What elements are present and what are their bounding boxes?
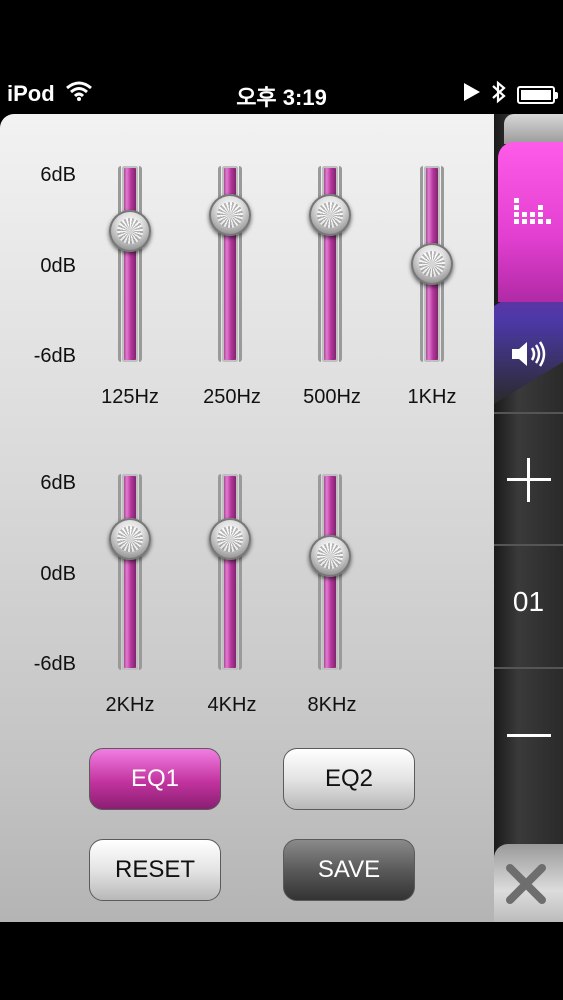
sidebar-top-tab xyxy=(504,114,563,144)
slider-knob-2khz[interactable] xyxy=(109,518,151,561)
db-label-top-row2: 6dB xyxy=(40,472,76,494)
slider-knob-1khz[interactable] xyxy=(411,243,453,285)
freq-label-2khz: 2KHz xyxy=(105,694,155,716)
slider-track-125hz[interactable] xyxy=(118,166,142,362)
slider-track-2khz[interactable] xyxy=(118,474,142,670)
close-tab[interactable] xyxy=(494,844,563,922)
freq-label-250hz: 250Hz xyxy=(203,386,261,408)
db-label-bottom-row1: -6dB xyxy=(33,345,76,367)
minus-icon[interactable] xyxy=(494,716,563,756)
sidebar: 01 xyxy=(494,114,563,922)
volume-icon[interactable] xyxy=(494,326,563,382)
equalizer-panel: 6dB 0dB -6dB 6dB 0dB -6dB 125Hz 250Hz 50… xyxy=(0,114,494,922)
freq-label-125hz: 125Hz xyxy=(101,386,159,408)
close-icon xyxy=(506,864,546,909)
eq2-button[interactable]: EQ2 xyxy=(283,748,415,810)
equalizer-icon xyxy=(512,192,552,237)
slider-knob-500hz[interactable] xyxy=(309,194,351,236)
preset-number: 01 xyxy=(512,586,545,617)
db-label-mid-row1: 0dB xyxy=(40,255,76,277)
db-label-mid-row2: 0dB xyxy=(40,563,76,585)
slider-knob-125hz[interactable] xyxy=(109,210,151,253)
db-label-bottom-row2: -6dB xyxy=(33,653,76,675)
slider-knob-8khz[interactable] xyxy=(309,534,351,577)
status-right xyxy=(463,80,558,109)
slider-knob-250hz[interactable] xyxy=(209,194,251,236)
freq-label-8khz: 8KHz xyxy=(307,694,357,716)
freq-label-500hz: 500Hz xyxy=(303,386,361,408)
slider-track-4khz[interactable] xyxy=(218,474,242,670)
reset-button[interactable]: RESET xyxy=(89,839,221,901)
bluetooth-icon xyxy=(491,80,507,109)
freq-label-4khz: 4KHz xyxy=(207,694,257,716)
freq-label-1khz: 1KHz xyxy=(407,386,457,408)
db-label-top-row1: 6dB xyxy=(40,164,76,186)
equalizer-tab[interactable] xyxy=(498,142,563,302)
slider-knob-4khz[interactable] xyxy=(209,518,251,561)
status-bar: iPod 오후 3:19 xyxy=(0,72,563,114)
battery-icon xyxy=(517,85,558,104)
plus-icon[interactable] xyxy=(494,450,563,510)
play-icon xyxy=(463,82,481,107)
save-button[interactable]: SAVE xyxy=(283,839,415,901)
eq1-button[interactable]: EQ1 xyxy=(89,748,221,810)
